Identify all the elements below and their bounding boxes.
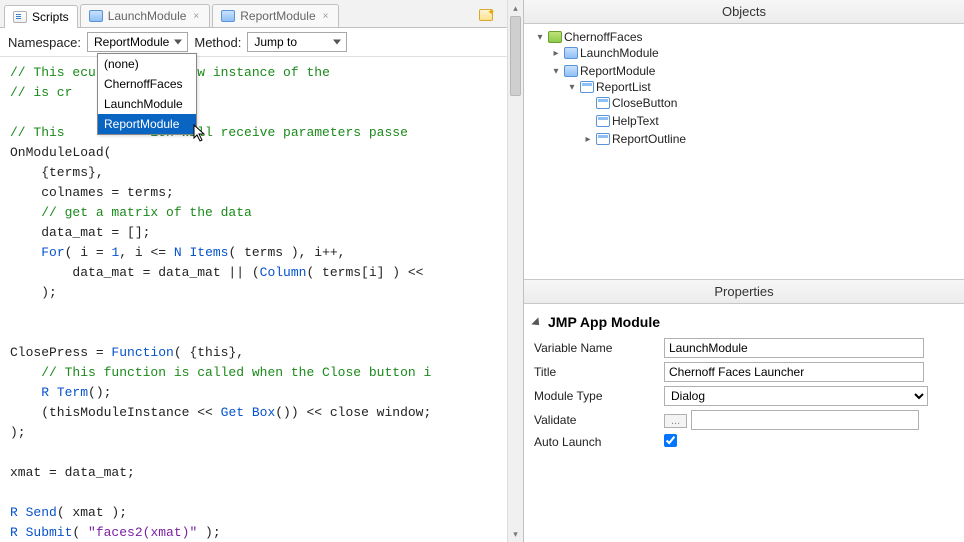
properties-panel: JMP App Module Variable Name Title Module … [524, 304, 964, 542]
scroll-down-icon[interactable]: ▾ [508, 526, 523, 542]
module-icon [89, 10, 103, 22]
tree-node[interactable]: ▾ ReportList CloseButton HelpText ▸ ReportOut… [566, 78, 958, 150]
property-label: Module Type [534, 389, 664, 403]
expand-icon[interactable]: ▸ [550, 47, 562, 59]
tree-spacer [582, 115, 594, 127]
tab-launchmodule[interactable]: LaunchModule × [80, 4, 211, 27]
tab-label: LaunchModule [108, 9, 187, 23]
widget-icon [580, 81, 594, 93]
namespace-option[interactable]: LaunchModule [98, 94, 196, 114]
tab-label: Scripts [32, 10, 69, 24]
method-label: Method: [194, 35, 241, 50]
namespace-dropdown[interactable]: (none)ChernoffFacesLaunchModuleReportMod… [97, 53, 197, 135]
property-text-input[interactable] [691, 410, 919, 430]
tree-node[interactable]: ▸ LaunchModule [550, 44, 958, 62]
tree-node-label: HelpText [612, 114, 659, 128]
widget-icon [596, 115, 610, 127]
namespace-option[interactable]: (none) [98, 54, 196, 74]
property-label: Variable Name [534, 341, 664, 355]
namespace-option[interactable]: ReportModule [98, 114, 196, 134]
expand-icon[interactable]: ▸ [582, 133, 594, 145]
property-label: Auto Launch [534, 435, 664, 449]
tab-scripts[interactable]: Scripts [4, 5, 78, 28]
script-tab-bar: ScriptsLaunchModule×ReportModule× ▾ [0, 0, 523, 28]
code-editor[interactable]: // This ecuted when a new instance of th… [0, 57, 523, 542]
vertical-scrollbar[interactable]: ▴ ▾ [507, 0, 523, 542]
property-checkbox[interactable] [664, 434, 677, 447]
property-row: Title [534, 362, 954, 382]
tree-spacer [582, 97, 594, 109]
property-edit-button[interactable]: ... [664, 414, 687, 428]
objects-header: Objects [524, 0, 964, 24]
tree-node-label: CloseButton [612, 96, 677, 110]
module-icon [221, 10, 235, 22]
property-select[interactable]: Dialog [664, 386, 928, 406]
property-text-input[interactable] [664, 338, 924, 358]
expand-icon[interactable]: ▾ [534, 31, 546, 43]
property-row: Validate... [534, 410, 954, 430]
tree-node-label: ReportModule [580, 64, 655, 78]
tree-node-label: ChernoffFaces [564, 30, 643, 44]
scroll-thumb[interactable] [510, 16, 521, 96]
property-row: Module TypeDialog [534, 386, 954, 406]
module-icon [564, 47, 578, 59]
expand-icon[interactable]: ▾ [566, 81, 578, 93]
scroll-up-icon[interactable]: ▴ [508, 0, 523, 16]
tree-node[interactable]: ▾ReportModule▾ReportListCloseButtonHelpT… [550, 62, 958, 152]
script-icon [13, 11, 27, 23]
properties-section-title[interactable]: JMP App Module [534, 310, 954, 338]
close-icon[interactable]: × [321, 11, 331, 22]
app-icon [548, 31, 562, 43]
widget-icon [596, 97, 610, 109]
tree-node-label: ReportList [596, 80, 651, 94]
tree-node-label: ReportOutline [612, 132, 686, 146]
property-text-input[interactable] [664, 362, 924, 382]
new-tab-icon[interactable] [479, 9, 493, 21]
tree-root-node[interactable]: ▾ChernoffFaces▸LaunchModule▾ReportModule… [534, 28, 958, 154]
widget-icon [596, 133, 610, 145]
tree-node[interactable]: HelpText [582, 112, 958, 130]
namespace-label: Namespace: [8, 35, 81, 50]
close-icon[interactable]: × [191, 11, 201, 22]
properties-header: Properties [524, 280, 964, 304]
property-label: Title [534, 365, 664, 379]
namespace-combo[interactable]: ReportModule [87, 32, 188, 52]
tree-node[interactable]: CloseButton [582, 94, 958, 112]
property-label: Validate [534, 413, 664, 427]
tree-node-label: LaunchModule [580, 46, 659, 60]
objects-tree[interactable]: ▾ChernoffFaces▸LaunchModule▾ReportModule… [524, 24, 964, 280]
module-icon [564, 65, 578, 77]
namespace-option[interactable]: ChernoffFaces [98, 74, 196, 94]
tree-node[interactable]: ▸ ReportOutline [582, 130, 958, 148]
method-combo[interactable]: Jump to [247, 32, 347, 52]
script-toolbar: Namespace: ReportModule Method: Jump to [0, 28, 523, 57]
expand-icon[interactable]: ▾ [550, 65, 562, 77]
tab-label: ReportModule [240, 9, 315, 23]
property-row: Variable Name [534, 338, 954, 358]
property-row: Auto Launch [534, 434, 954, 450]
tab-reportmodule[interactable]: ReportModule × [212, 4, 339, 27]
